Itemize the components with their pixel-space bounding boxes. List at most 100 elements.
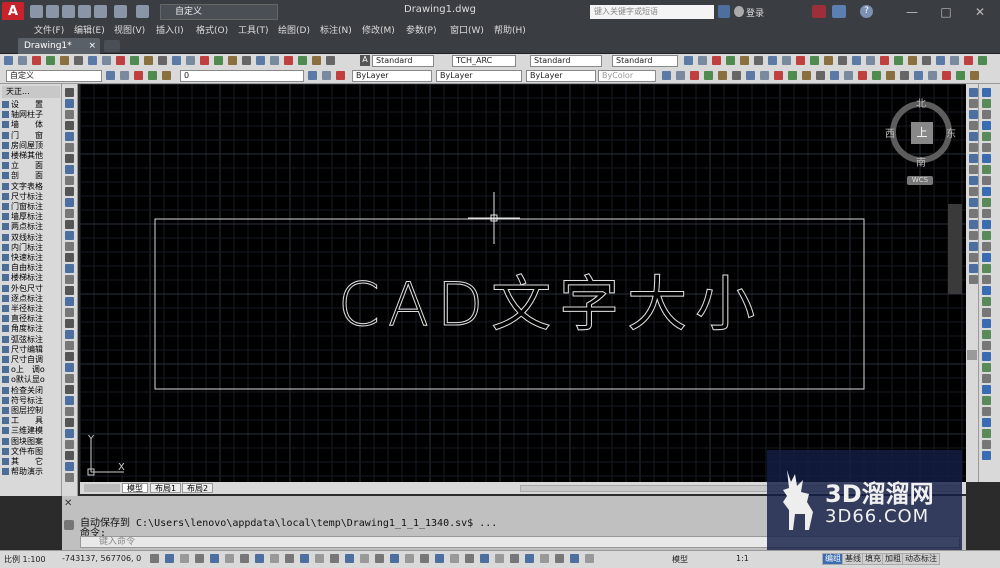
maximize-button[interactable]: □ xyxy=(936,4,956,20)
login-button[interactable]: 登录 xyxy=(746,6,764,19)
tool-icon[interactable] xyxy=(982,121,991,130)
tool-icon[interactable] xyxy=(336,71,345,80)
tool-icon[interactable] xyxy=(162,71,171,80)
palette-item[interactable]: 剖 面 xyxy=(2,171,60,181)
viewcube-west[interactable]: 西 xyxy=(885,125,895,140)
tool-icon[interactable] xyxy=(18,56,27,65)
tool-icon[interactable] xyxy=(872,71,881,80)
tab-model[interactable]: 模型 xyxy=(122,483,148,493)
tool-icon[interactable] xyxy=(88,56,97,65)
tool-icon[interactable] xyxy=(65,308,74,317)
palette-item[interactable]: 外包尺寸 xyxy=(2,284,60,294)
tool-icon[interactable] xyxy=(555,554,564,563)
tool-icon[interactable] xyxy=(32,56,41,65)
tool-icon[interactable] xyxy=(982,99,991,108)
tool-icon[interactable] xyxy=(65,198,74,207)
menu-modify[interactable]: 修改(M) xyxy=(362,23,395,36)
tool-icon[interactable] xyxy=(982,132,991,141)
palette-item[interactable]: 双线标注 xyxy=(2,233,60,243)
palette-item[interactable]: 帮助演示 xyxy=(2,467,60,477)
tool-icon[interactable] xyxy=(195,554,204,563)
tool-icon[interactable] xyxy=(956,71,965,80)
text-style-icon[interactable]: A xyxy=(360,55,370,66)
tool-icon[interactable] xyxy=(65,418,74,427)
palette-item[interactable]: o上 调o xyxy=(2,365,60,375)
tool-icon[interactable] xyxy=(228,56,237,65)
dim-style-dropdown[interactable]: Standard xyxy=(530,55,602,67)
tool-icon[interactable] xyxy=(982,429,991,438)
tool-icon[interactable] xyxy=(312,56,321,65)
tool-icon[interactable] xyxy=(982,297,991,306)
tool-icon[interactable] xyxy=(130,56,139,65)
tool-icon[interactable] xyxy=(65,264,74,273)
tool-icon[interactable] xyxy=(969,242,978,251)
tool-icon[interactable] xyxy=(300,554,309,563)
tool-icon[interactable] xyxy=(134,71,143,80)
tool-icon[interactable] xyxy=(65,341,74,350)
tool-icon[interactable] xyxy=(270,56,279,65)
tool-icon[interactable] xyxy=(315,554,324,563)
menu-draw[interactable]: 绘图(D) xyxy=(278,23,310,36)
tool-icon[interactable] xyxy=(838,56,847,65)
tab-close-icon[interactable]: × xyxy=(88,38,96,54)
tool-icon[interactable] xyxy=(982,308,991,317)
tool-icon[interactable] xyxy=(65,110,74,119)
tool-icon[interactable] xyxy=(914,71,923,80)
palette-item[interactable]: 房间屋顶 xyxy=(2,141,60,151)
menu-file[interactable]: 文件(F) xyxy=(34,23,64,36)
tool-icon[interactable] xyxy=(465,554,474,563)
tool-icon[interactable] xyxy=(982,418,991,427)
tool-icon[interactable] xyxy=(830,71,839,80)
tool-icon[interactable] xyxy=(969,264,978,273)
tool-icon[interactable] xyxy=(676,71,685,80)
tool-icon[interactable] xyxy=(165,554,174,563)
tool-icon[interactable] xyxy=(65,473,74,482)
tool-icon[interactable] xyxy=(982,385,991,394)
palette-item[interactable]: o默认显o xyxy=(2,375,60,385)
tool-icon[interactable] xyxy=(65,286,74,295)
canvas-text-entity[interactable]: CAD文字大小 xyxy=(337,256,763,343)
tool-icon[interactable] xyxy=(802,71,811,80)
tool-icon[interactable] xyxy=(982,264,991,273)
tool-icon[interactable] xyxy=(698,56,707,65)
autocad-logo-icon[interactable]: A xyxy=(2,2,24,22)
tool-icon[interactable] xyxy=(964,56,973,65)
tool-icon[interactable] xyxy=(65,154,74,163)
fill-button[interactable]: 填充 xyxy=(862,553,884,565)
tool-icon[interactable] xyxy=(345,554,354,563)
layer-dropdown[interactable]: 0 xyxy=(180,70,304,82)
tool-icon[interactable] xyxy=(969,165,978,174)
close-button[interactable]: ✕ xyxy=(970,4,990,20)
tool-icon[interactable] xyxy=(65,231,74,240)
palette-item[interactable]: 角度标注 xyxy=(2,324,60,334)
tool-icon[interactable] xyxy=(65,451,74,460)
tool-icon[interactable] xyxy=(982,275,991,284)
viewcube[interactable]: 上 北 南 东 西 WCS xyxy=(885,94,957,185)
viewcube-top-face[interactable]: 上 xyxy=(911,122,933,144)
save-as-icon[interactable] xyxy=(78,5,91,18)
help-icon[interactable]: ? xyxy=(860,5,873,18)
palette-item[interactable]: 工 具 xyxy=(2,416,60,426)
tool-icon[interactable] xyxy=(982,396,991,405)
palette-item[interactable]: 尺寸编辑 xyxy=(2,345,60,355)
tool-icon[interactable] xyxy=(144,56,153,65)
tool-icon[interactable] xyxy=(936,56,945,65)
tool-icon[interactable] xyxy=(908,56,917,65)
tool-icon[interactable] xyxy=(308,71,317,80)
tool-icon[interactable] xyxy=(390,554,399,563)
tool-icon[interactable] xyxy=(942,71,951,80)
palette-item[interactable]: 立 面 xyxy=(2,161,60,171)
tool-icon[interactable] xyxy=(982,220,991,229)
tool-icon[interactable] xyxy=(886,71,895,80)
tool-icon[interactable] xyxy=(754,56,763,65)
tool-icon[interactable] xyxy=(969,275,978,284)
tool-icon[interactable] xyxy=(982,187,991,196)
tool-icon[interactable] xyxy=(65,330,74,339)
menu-format[interactable]: 格式(O) xyxy=(196,23,228,36)
tool-icon[interactable] xyxy=(969,187,978,196)
tool-icon[interactable] xyxy=(788,71,797,80)
tool-icon[interactable] xyxy=(982,165,991,174)
layout-nav-arrows[interactable] xyxy=(84,484,120,492)
palette-item[interactable]: 弧弦标注 xyxy=(2,335,60,345)
tool-icon[interactable] xyxy=(969,110,978,119)
